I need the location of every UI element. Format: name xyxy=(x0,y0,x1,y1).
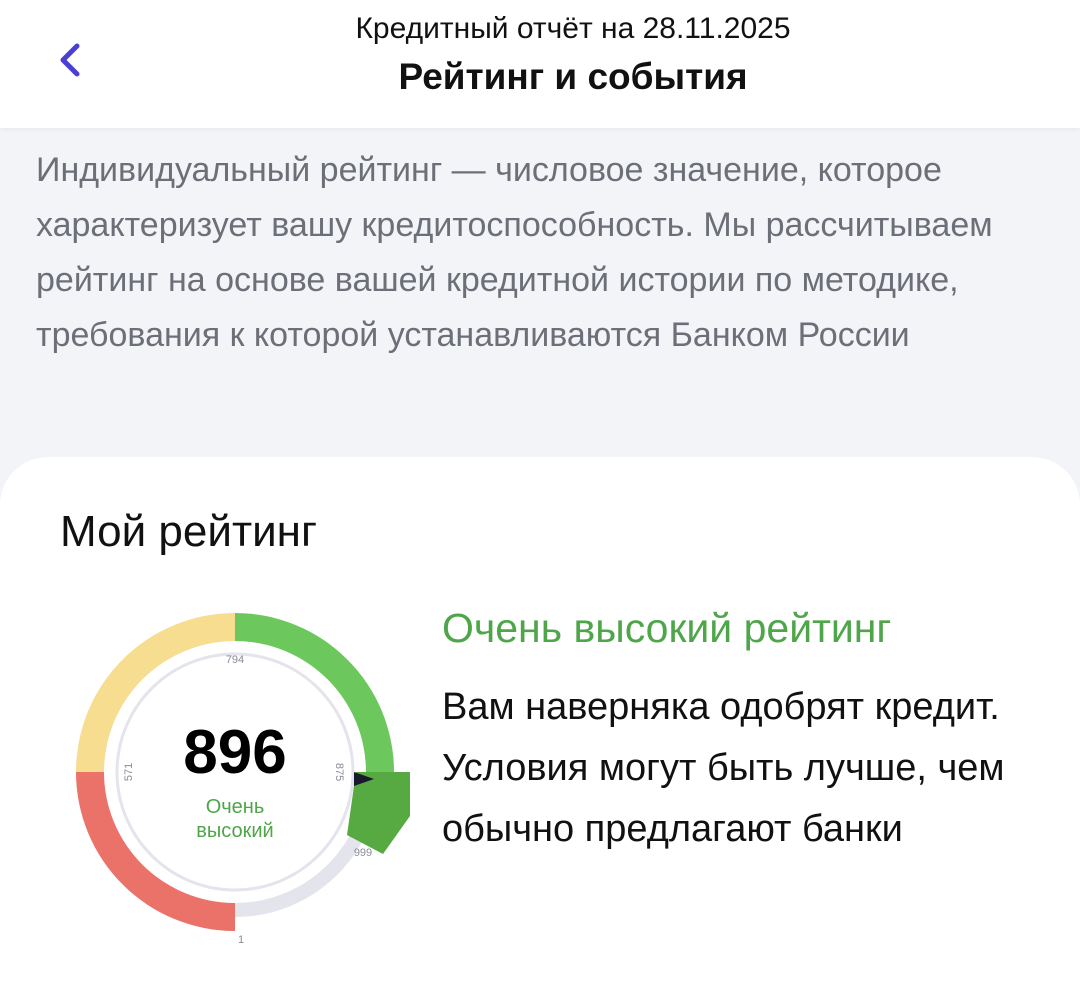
rating-gauge: 794 571 875 999 1 896 Очень высокий xyxy=(70,607,420,947)
app-header: Кредитный отчёт на 28.11.2025 Рейтинг и … xyxy=(0,0,1080,128)
rating-score-label: Очень высокий xyxy=(196,796,274,842)
gauge-max-label: 999 xyxy=(354,847,372,859)
rating-message: Вам наверняка одобрят кредит. Условия мо… xyxy=(442,686,1005,850)
my-rating-card: Мой рейтинг 794 571 875 999 1 896 Очень … xyxy=(0,457,1080,997)
gauge-tick-label: 794 xyxy=(226,654,244,666)
page-title: Рейтинг и события xyxy=(398,56,748,97)
rating-score: 896 xyxy=(183,718,287,787)
rating-headline: Очень высокий рейтинг xyxy=(442,605,892,651)
report-date-subtitle: Кредитный отчёт на 28.11.2025 xyxy=(355,12,791,45)
card-title: Мой рейтинг xyxy=(60,507,318,556)
gauge-min-label: 1 xyxy=(238,934,244,946)
rating-description: Индивидуальный рейтинг — числовое значен… xyxy=(36,151,993,354)
